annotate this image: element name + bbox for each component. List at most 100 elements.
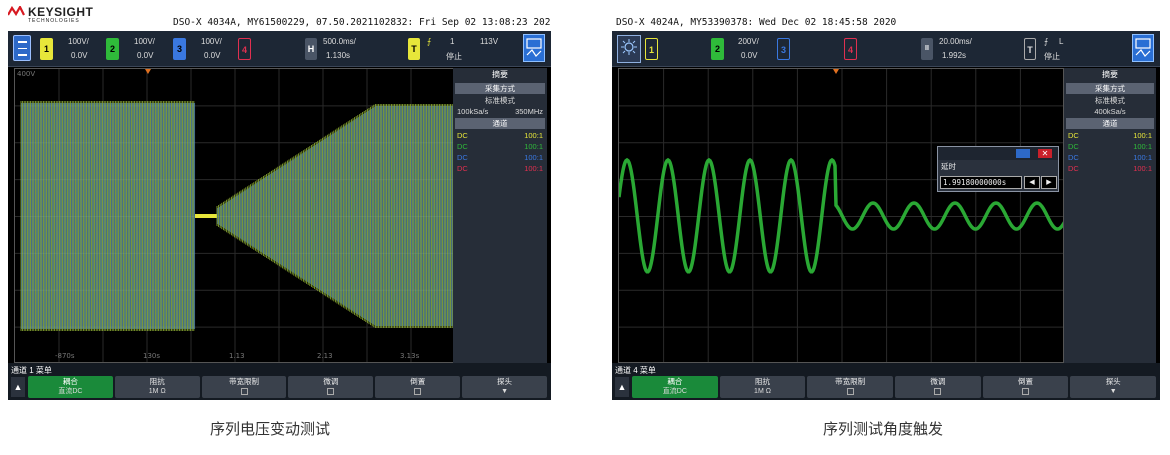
voltage-sequence-waveform [15,69,453,362]
summary-channel-row: DC 100:1 [457,164,543,173]
invert-softkey[interactable]: 倒置 [982,376,1069,398]
delay-popup: ✕ 延时 1.99180000000s ◀ ▶ [937,146,1059,192]
bandwidth-limit-softkey[interactable]: 带宽限制 [201,376,287,398]
up-arrow-icon[interactable]: ▲ [11,377,25,397]
angle-trigger-waveform [619,69,1063,362]
down-arrow-icon: ▼ [501,388,509,395]
left-arrow-icon[interactable]: ◀ [1024,176,1040,189]
delay-value: 1.992s [942,51,967,60]
right-arrow-icon[interactable]: ▶ [1041,176,1057,189]
ch2-offset: 0.0V [137,51,154,60]
bandwidth-limit-softkey[interactable]: 带宽限制 [807,376,894,398]
sample-rate: 400kSa/s [1094,107,1126,116]
softkeys: 耦合 直流DC 阻抗 1M Ω 带宽限制 微调 倒置 探头 ▼ [632,376,1157,398]
channel-2-button[interactable]: 2 [711,38,724,60]
timebase-value: 20.00ms/ [939,37,972,46]
top-scale-label: 400V [17,70,36,78]
popup-titlebar: ✕ [938,147,1058,160]
time-tick-5: 3.13s [400,352,420,360]
summary-panel: 摘要 采集方式 标准模式 100kSa/s 350MHz 通道 DC 100:1 … [453,68,547,363]
probe-softkey[interactable]: 探头 ▼ [462,376,547,398]
summary-channel-row: DC 100:1 [457,142,543,151]
summary-header[interactable]: 摘要 [1064,68,1156,82]
coupling-softkey[interactable]: 耦合 直流DC [632,376,718,398]
trigger-edge-icon: ⨍ [427,37,432,46]
acquire-icon[interactable] [523,34,545,62]
summary-channel-row: DC 100:1 [457,131,543,140]
bandwidth: 350MHz [515,107,543,116]
impedance-softkey[interactable]: 阻抗 1M Ω [719,376,806,398]
channel-1-button[interactable]: 1 [645,38,658,60]
left-caption: 序列电压变动测试 [210,420,331,438]
coupling-softkey[interactable]: 耦合 直流DC [28,376,113,398]
right-caption: 序列测试角度触发 [823,420,944,438]
horizontal-button[interactable]: H [305,38,317,60]
channel-3-button[interactable]: 3 [173,38,186,60]
ch2-offset: 0.0V [741,51,758,60]
waveform-burst-ch1 [20,101,195,331]
channel-1-button[interactable]: 1 [40,38,53,60]
channel-control-bar: 1 2 200V/ 0.0V 3 4 II 20.00ms/ 1.992s T … [612,31,1160,67]
time-tick-3: 1.13 [229,352,245,360]
left-oscilloscope-screenshot: KEYSIGHT TECHNOLOGIES DSO-X 4034A, MY615… [8,0,551,400]
probe-softkey[interactable]: 探头 ▼ [1070,376,1157,398]
summary-channel-row: DC 100:1 [457,153,543,162]
right-oscilloscope-screenshot: DSO-X 4024A, MY53390378: Wed Dec 02 18:4… [612,0,1160,400]
trigger-position-marker [145,69,151,74]
time-tick-1: -870s [55,352,75,360]
timebase-value: 500.0ms/ [323,37,356,46]
delay-input[interactable]: 1.99180000000s [940,176,1022,189]
waveform-grid[interactable]: 400V -870s 130s 1.13 2.13 3.13s [14,68,454,363]
channel-control-bar: 1 100V/ 0.0V 2 100V/ 0.0V 3 100V/ 0.0V 4… [8,31,551,67]
summary-channel-row: DC 100:1 [1068,164,1152,173]
run-state: 停止 [1044,52,1060,61]
up-arrow-icon[interactable]: ▲ [615,377,629,397]
title-bar: DSO-X 4024A, MY53390378: Wed Dec 02 18:4… [612,0,1160,31]
brand-logo: KEYSIGHT TECHNOLOGIES [28,5,94,24]
acquisition-title: 采集方式 [455,83,545,94]
trigger-button[interactable]: T [1024,38,1036,60]
ch3-offset: 0.0V [204,51,221,60]
channel-2-button[interactable]: 2 [106,38,119,60]
impedance-softkey[interactable]: 阻抗 1M Ω [114,376,200,398]
waveform-grid[interactable]: ✕ 延时 1.99180000000s ◀ ▶ [618,68,1064,363]
time-tick-2: 130s [143,352,161,360]
summary-header[interactable]: 摘要 [453,68,547,82]
ch1-scale: 100V/ [68,37,89,46]
invert-softkey[interactable]: 倒置 [375,376,461,398]
channel-3-button[interactable]: 3 [777,38,790,60]
down-arrow-icon: ▼ [1109,388,1117,395]
fine-adjust-softkey[interactable]: 微调 [288,376,374,398]
sample-rate: 100kSa/s [457,107,489,116]
acquire-icon[interactable] [1132,34,1154,62]
horizontal-button[interactable]: II [921,38,933,60]
time-tick-4: 2.13 [317,352,333,360]
menu-name: 通道 1 菜单 [11,366,52,375]
trigger-source: 1 [450,37,455,46]
channel-4-button[interactable]: 4 [238,38,251,60]
instrument-title: DSO-X 4034A, MY61500229, 07.50.202110283… [173,17,551,28]
menu-icon[interactable] [13,35,31,61]
ch1-offset: 0.0V [71,51,88,60]
delay-label: 延时 [941,162,956,171]
ch3-scale: 100V/ [201,37,222,46]
trigger-button[interactable]: T [408,38,420,60]
ch2-scale: 100V/ [134,37,155,46]
softkey-bar: 通道 1 菜单 ▲ 耦合 直流DC 阻抗 1M Ω 带宽限制 微调 倒置 探头 ▼ [8,363,551,400]
trigger-source: L [1059,37,1064,46]
softkeys: 耦合 直流DC 阻抗 1M Ω 带宽限制 微调 倒置 探头 ▼ [28,376,547,398]
channel-4-button[interactable]: 4 [844,38,857,60]
acquisition-mode: 标准模式 [485,96,515,105]
close-icon[interactable]: ✕ [1038,149,1052,158]
fine-adjust-softkey[interactable]: 微调 [895,376,981,398]
sample-rate-row: 100kSa/s 350MHz [453,106,547,117]
channels-title: 通道 [1066,118,1154,129]
keysight-logo-icon [8,6,25,16]
menu-icon[interactable] [617,35,641,63]
title-bar: KEYSIGHT TECHNOLOGIES DSO-X 4034A, MY615… [8,0,551,31]
acquisition-title: 采集方式 [1066,83,1154,94]
trigger-edge-icon: ⨍ [1044,37,1049,46]
summary-channel-row: DC 100:1 [1068,153,1152,162]
popup-menu-icon[interactable] [1016,149,1030,158]
channels-title: 通道 [455,118,545,129]
